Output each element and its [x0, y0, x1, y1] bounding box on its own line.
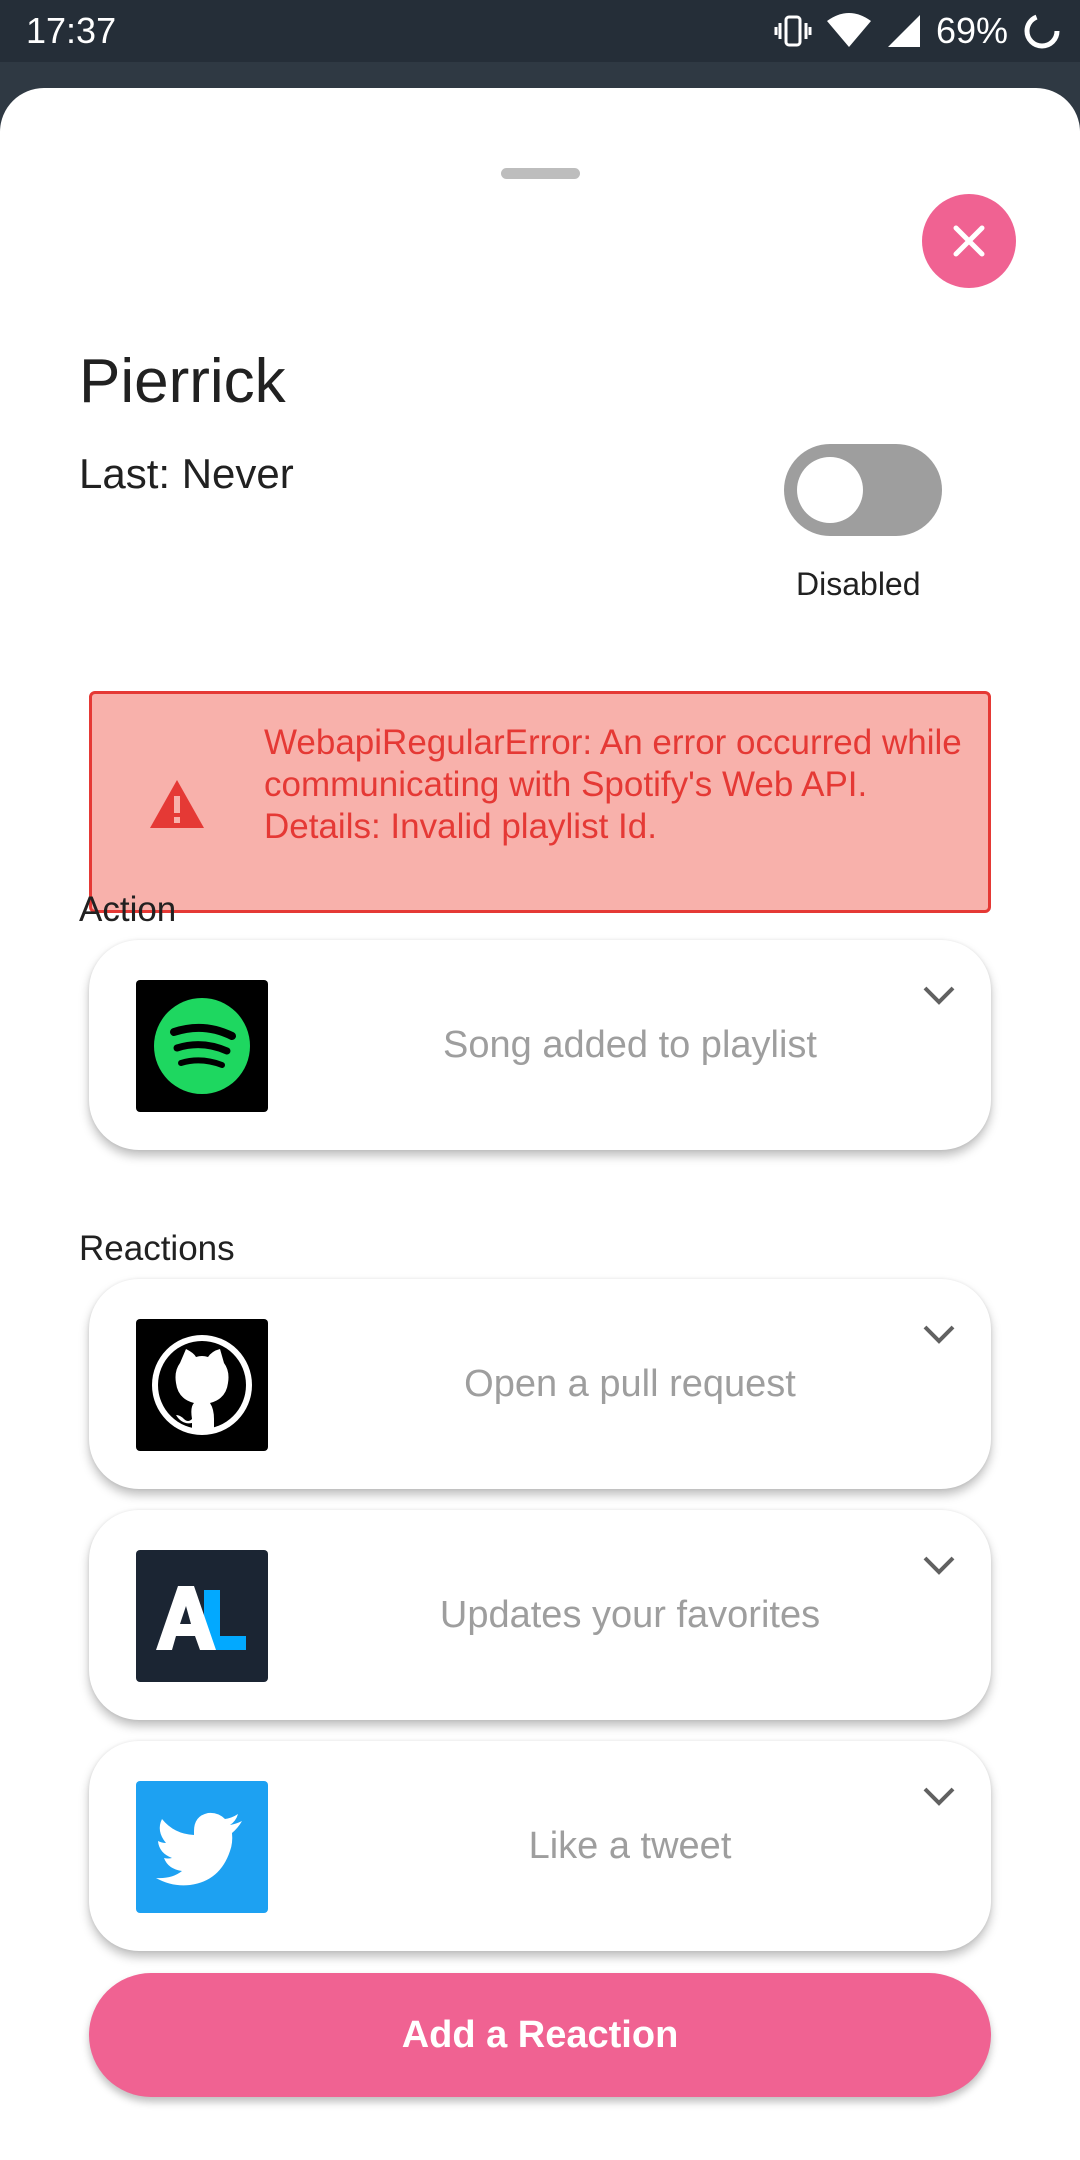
reaction-label: Like a tweet — [528, 1824, 732, 1867]
wifi-icon — [826, 13, 871, 47]
battery-icon — [1024, 13, 1060, 49]
chevron-down-icon[interactable] — [919, 1781, 959, 1811]
error-message: WebapiRegularError: An error occurred wh… — [264, 723, 962, 846]
enable-toggle[interactable] — [784, 444, 942, 536]
error-banner: WebapiRegularError: An error occurred wh… — [89, 691, 991, 913]
add-reaction-button[interactable]: Add a Reaction — [89, 1973, 991, 2097]
spotify-logo — [136, 980, 268, 1112]
toggle-state-label: Disabled — [796, 566, 921, 602]
chevron-down-icon[interactable] — [919, 980, 959, 1010]
reaction-card-github[interactable]: Open a pull request — [89, 1279, 991, 1489]
reaction-label: Updates your favorites — [439, 1593, 821, 1636]
chevron-down-icon[interactable] — [919, 1319, 959, 1349]
drag-handle[interactable] — [501, 168, 580, 179]
warning-icon — [150, 780, 204, 828]
status-time: 17:37 — [26, 10, 117, 51]
twitter-logo — [136, 1781, 268, 1913]
status-icons: 69% — [774, 8, 1062, 54]
reaction-card-anilist[interactable]: Updates your favorites — [89, 1510, 991, 1720]
battery-percent: 69% — [935, 10, 1008, 51]
close-icon — [953, 225, 985, 257]
action-card[interactable]: Song added to playlist — [89, 940, 991, 1150]
github-icon — [152, 1335, 252, 1435]
anilist-icon — [156, 1586, 246, 1650]
spotify-icon — [154, 998, 250, 1094]
reaction-label: Open a pull request — [464, 1362, 796, 1405]
chevron-down-icon[interactable] — [919, 1550, 959, 1580]
bottom-sheet: Pierrick Last: Never Disabled WebapiRegu… — [0, 88, 1080, 2160]
toggle-knob — [797, 457, 863, 523]
vibrate-icon — [774, 15, 812, 47]
anilist-logo — [136, 1550, 268, 1682]
action-label: Song added to playlist — [443, 1023, 817, 1066]
area-title: Pierrick — [79, 347, 286, 416]
twitter-icon — [156, 1812, 242, 1886]
reactions-section-label: Reactions — [79, 1229, 235, 1268]
last-run-text: Last: Never — [79, 450, 294, 497]
close-button[interactable] — [922, 194, 1016, 288]
reaction-card-twitter[interactable]: Like a tweet — [89, 1741, 991, 1951]
github-logo — [136, 1319, 268, 1451]
action-section-label: Action — [79, 890, 177, 929]
status-bar: 17:37 69% — [0, 0, 1080, 62]
signal-icon — [887, 15, 920, 47]
